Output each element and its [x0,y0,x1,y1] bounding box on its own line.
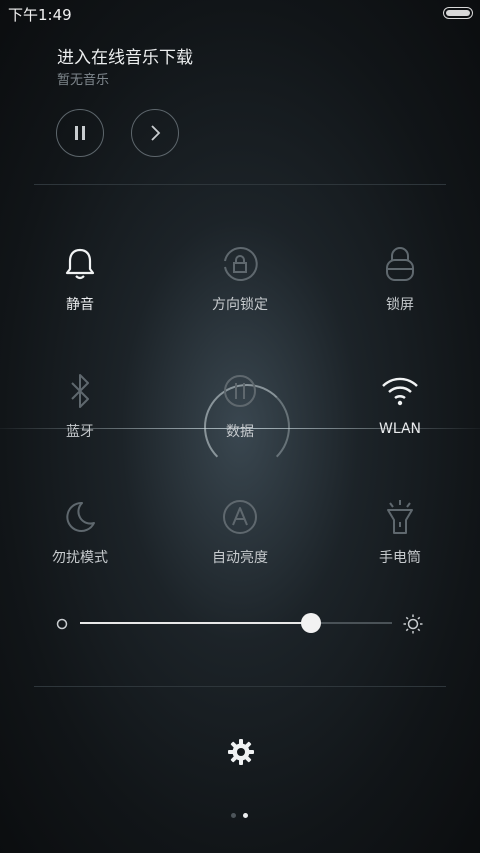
tile-do-not-disturb[interactable]: 勿扰模式 [25,497,135,567]
divider-bottom [34,686,446,687]
tile-lock-screen-label: 锁屏 [386,297,414,313]
tile-wlan-label: WLAN [378,421,421,437]
tile-rotation-lock[interactable]: 方向锁定 [185,244,295,314]
settings-button[interactable] [226,737,256,767]
tile-flashlight[interactable]: 手电筒 [345,497,455,567]
tile-bluetooth[interactable]: 蓝牙 [25,371,135,441]
brightness-high-icon [403,614,423,634]
tile-lock-screen[interactable]: 锁屏 [345,244,455,314]
tile-data[interactable]: 数据 [185,371,295,441]
tile-auto-brightness[interactable]: 自动亮度 [185,497,295,567]
moon-icon [66,501,95,532]
tile-wlan[interactable]: WLAN [345,371,455,437]
wifi-icon [382,377,418,406]
brightness-low-icon [56,618,68,630]
tile-do-not-disturb-label: 勿扰模式 [52,550,108,566]
divider-top [34,184,446,185]
page-indicator-2[interactable] [243,813,248,818]
auto-brightness-icon [223,500,257,534]
tile-data-label: 数据 [226,424,254,440]
battery-icon [443,7,473,19]
gear-icon [228,739,254,765]
tile-mute[interactable]: 静音 [25,244,135,314]
music-subtitle: 暂无音乐 [57,73,110,88]
tile-auto-brightness-label: 自动亮度 [212,550,268,566]
pause-button[interactable] [56,109,104,157]
brightness-knob[interactable] [300,613,321,633]
tile-flashlight-label: 手电筒 [379,550,421,566]
pause-icon [75,126,85,140]
status-time: 下午1:49 [8,6,72,24]
chevron-right-icon [151,125,161,141]
bell-icon [65,248,95,280]
music-title[interactable]: 进入在线音乐下载 [57,43,193,68]
tile-bluetooth-label: 蓝牙 [66,424,94,440]
mobile-data-icon [224,375,256,407]
next-button[interactable] [131,109,179,157]
bluetooth-icon [71,374,89,408]
brightness-fill [80,622,311,624]
page-indicator-1[interactable] [231,813,236,818]
flashlight-icon [387,500,413,534]
lock-icon [386,247,414,281]
tile-mute-label: 静音 [66,297,94,313]
tile-rotation-lock-label: 方向锁定 [212,297,268,313]
rotation-lock-icon [224,246,258,281]
